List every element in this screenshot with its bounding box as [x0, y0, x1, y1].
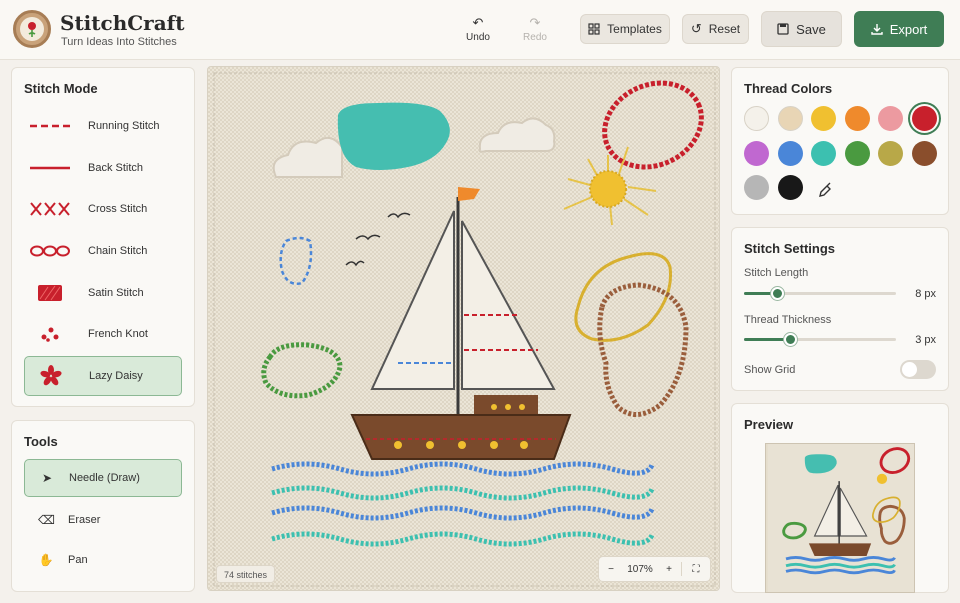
preview-title: Preview: [744, 417, 794, 432]
tool-pan[interactable]: ✋ Pan: [24, 541, 182, 579]
app-header: StitchCraft Turn Ideas Into Stitches ↶ U…: [0, 0, 960, 60]
thread-thickness-fill: [744, 338, 790, 341]
stitch-length-knob[interactable]: [771, 287, 785, 300]
stitch-settings-panel: Stitch Settings Stitch Length 8 px Threa…: [731, 227, 949, 391]
stitch-count-badge: 74 stitches: [216, 565, 276, 583]
color-swatch[interactable]: [811, 106, 836, 131]
mode-chain-stitch[interactable]: Chain Stitch: [24, 231, 182, 271]
mode-back-stitch[interactable]: Back Stitch: [24, 148, 182, 188]
hand-icon: ✋: [38, 553, 54, 567]
mode-french-knot[interactable]: French Knot: [24, 314, 182, 354]
toggle-knob: [902, 362, 917, 377]
tools-panel: Tools ➤ Needle (Draw) ⌫ Eraser ✋ Pan: [11, 420, 195, 592]
color-swatch[interactable]: [911, 106, 937, 131]
cursor-icon: ➤: [41, 471, 53, 485]
satin-stitch-icon: [30, 285, 70, 301]
running-stitch-icon: [30, 119, 70, 133]
thread-thickness-knob[interactable]: [783, 333, 797, 346]
save-button[interactable]: Save: [761, 11, 842, 47]
app-title: StitchCraft: [60, 11, 185, 35]
reset-button[interactable]: ↺ Reset: [682, 14, 749, 44]
tool-eraser[interactable]: ⌫ Eraser: [24, 501, 182, 539]
mode-satin-stitch[interactable]: Satin Stitch: [24, 273, 182, 313]
zoom-out-button[interactable]: −: [599, 564, 623, 575]
embroidery-canvas[interactable]: [207, 66, 720, 591]
color-swatch[interactable]: [811, 140, 836, 166]
thread-colors-title: Thread Colors: [744, 81, 833, 96]
stitch-mode-title: Stitch Mode: [24, 81, 98, 96]
save-icon: [777, 23, 789, 35]
preview-panel: Preview: [731, 403, 949, 593]
color-swatch[interactable]: [777, 175, 803, 200]
zoom-level: 107%: [627, 563, 653, 575]
color-swatch[interactable]: [777, 140, 803, 166]
french-knot-icon: [30, 327, 70, 342]
mode-cross-stitch[interactable]: Cross Stitch: [24, 189, 182, 229]
zoom-controls: − 107% + ⛶: [598, 556, 711, 582]
thread-thickness-label: Thread Thickness: [744, 314, 832, 326]
redo-button[interactable]: ↷ Redo: [515, 15, 555, 44]
color-swatch[interactable]: [844, 140, 870, 166]
mode-running-stitch[interactable]: Running Stitch: [24, 106, 182, 146]
history-icon: ↺: [690, 21, 702, 36]
stitch-length-value: 8 px: [915, 288, 936, 300]
download-icon: [871, 24, 883, 35]
stitch-mode-panel: Stitch Mode Running Stitch Back Stitch C…: [11, 67, 195, 407]
preview-thumbnail: [765, 443, 915, 593]
mode-lazy-daisy[interactable]: Lazy Daisy: [24, 356, 182, 396]
color-swatch[interactable]: [744, 140, 769, 166]
lazy-daisy-icon: [31, 365, 71, 386]
cross-stitch-icon: [30, 202, 70, 216]
stitch-length-slider[interactable]: [744, 287, 896, 300]
show-grid-toggle[interactable]: [900, 360, 936, 379]
redo-icon: ↷: [529, 15, 541, 30]
eraser-icon: ⌫: [38, 513, 55, 527]
hull: [350, 414, 572, 460]
tools-title: Tools: [24, 434, 58, 449]
eyedropper-icon[interactable]: [818, 181, 832, 199]
show-grid-label: Show Grid: [744, 364, 796, 376]
color-swatch[interactable]: [844, 106, 870, 131]
stitch-settings-title: Stitch Settings: [744, 241, 836, 256]
color-swatch[interactable]: [911, 140, 937, 166]
export-button[interactable]: Export: [854, 11, 944, 47]
canvas-artwork: [208, 67, 719, 590]
thread-thickness-value: 3 px: [915, 334, 936, 346]
color-swatch[interactable]: [878, 106, 903, 131]
chain-stitch-icon: [30, 244, 70, 258]
back-stitch-icon: [30, 161, 70, 175]
stitch-length-label: Stitch Length: [744, 267, 809, 279]
undo-button[interactable]: ↶ Undo: [458, 15, 498, 44]
thread-thickness-slider[interactable]: [744, 333, 896, 346]
templates-button[interactable]: Templates: [580, 14, 670, 44]
fullscreen-icon[interactable]: ⛶: [682, 564, 710, 575]
undo-icon: ↶: [472, 15, 484, 30]
grid-icon: [588, 23, 600, 35]
tool-needle[interactable]: ➤ Needle (Draw): [24, 459, 182, 497]
app-subtitle: Turn Ideas Into Stitches: [61, 36, 177, 48]
color-swatch[interactable]: [744, 175, 769, 200]
color-swatch[interactable]: [878, 140, 903, 166]
app-logo: [13, 10, 51, 48]
thread-colors-panel: Thread Colors: [731, 67, 949, 215]
zoom-in-button[interactable]: +: [657, 564, 681, 575]
color-swatch[interactable]: [744, 106, 769, 131]
color-swatch[interactable]: [777, 106, 803, 131]
